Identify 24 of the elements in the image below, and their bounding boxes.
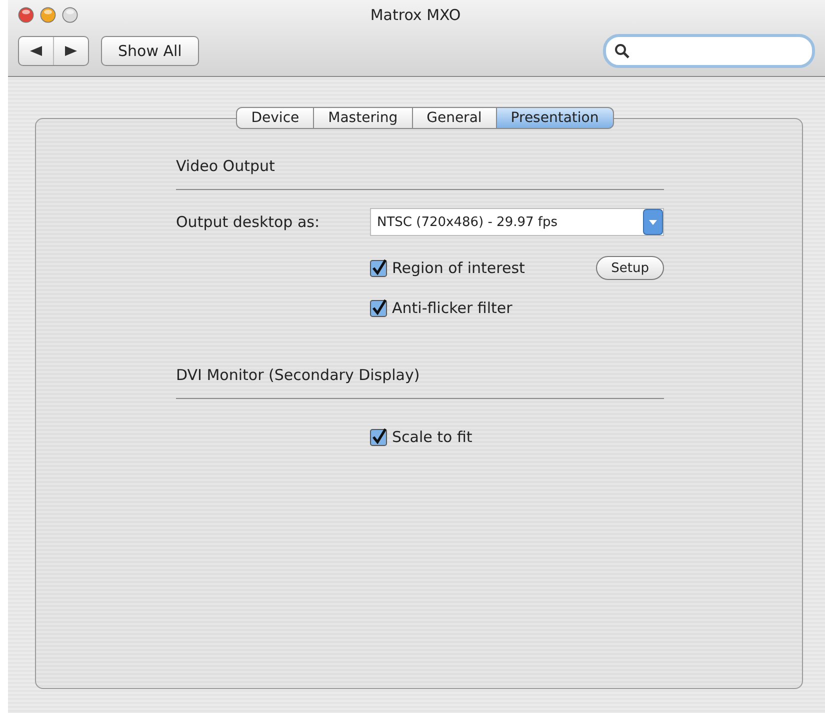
section-title: DVI Monitor (Secondary Display)	[176, 366, 421, 386]
search-field[interactable]	[603, 34, 815, 68]
tab[interactable]: Device	[236, 107, 314, 129]
search-icon	[614, 43, 630, 59]
checkbox[interactable]	[370, 259, 388, 277]
show-all-button[interactable]: Show All	[101, 36, 199, 66]
field-label: Output desktop as:	[176, 213, 321, 231]
checkbox-label: Anti-flicker filter	[392, 299, 512, 317]
dropdown[interactable]: NTSC (720x486) - 29.97 fps	[370, 208, 664, 236]
section-title: Video Output	[176, 157, 276, 177]
checkbox[interactable]	[370, 428, 388, 446]
zoom-icon[interactable]	[62, 7, 78, 23]
back-arrow-icon	[30, 46, 42, 56]
tab[interactable]: General	[412, 107, 497, 129]
forward-arrow-icon	[65, 46, 77, 56]
checkbox-label: Region of interest	[392, 259, 525, 277]
close-icon[interactable]	[18, 7, 34, 23]
minimize-icon[interactable]	[40, 7, 56, 23]
checkbox[interactable]	[370, 299, 388, 317]
setup-button[interactable]: Setup	[596, 256, 664, 280]
tab[interactable]: Mastering	[314, 107, 413, 129]
window-title: Matrox MXO	[369, 6, 462, 24]
tab[interactable]: Presentation	[496, 107, 614, 129]
checkbox-label: Scale to fit	[392, 428, 472, 446]
